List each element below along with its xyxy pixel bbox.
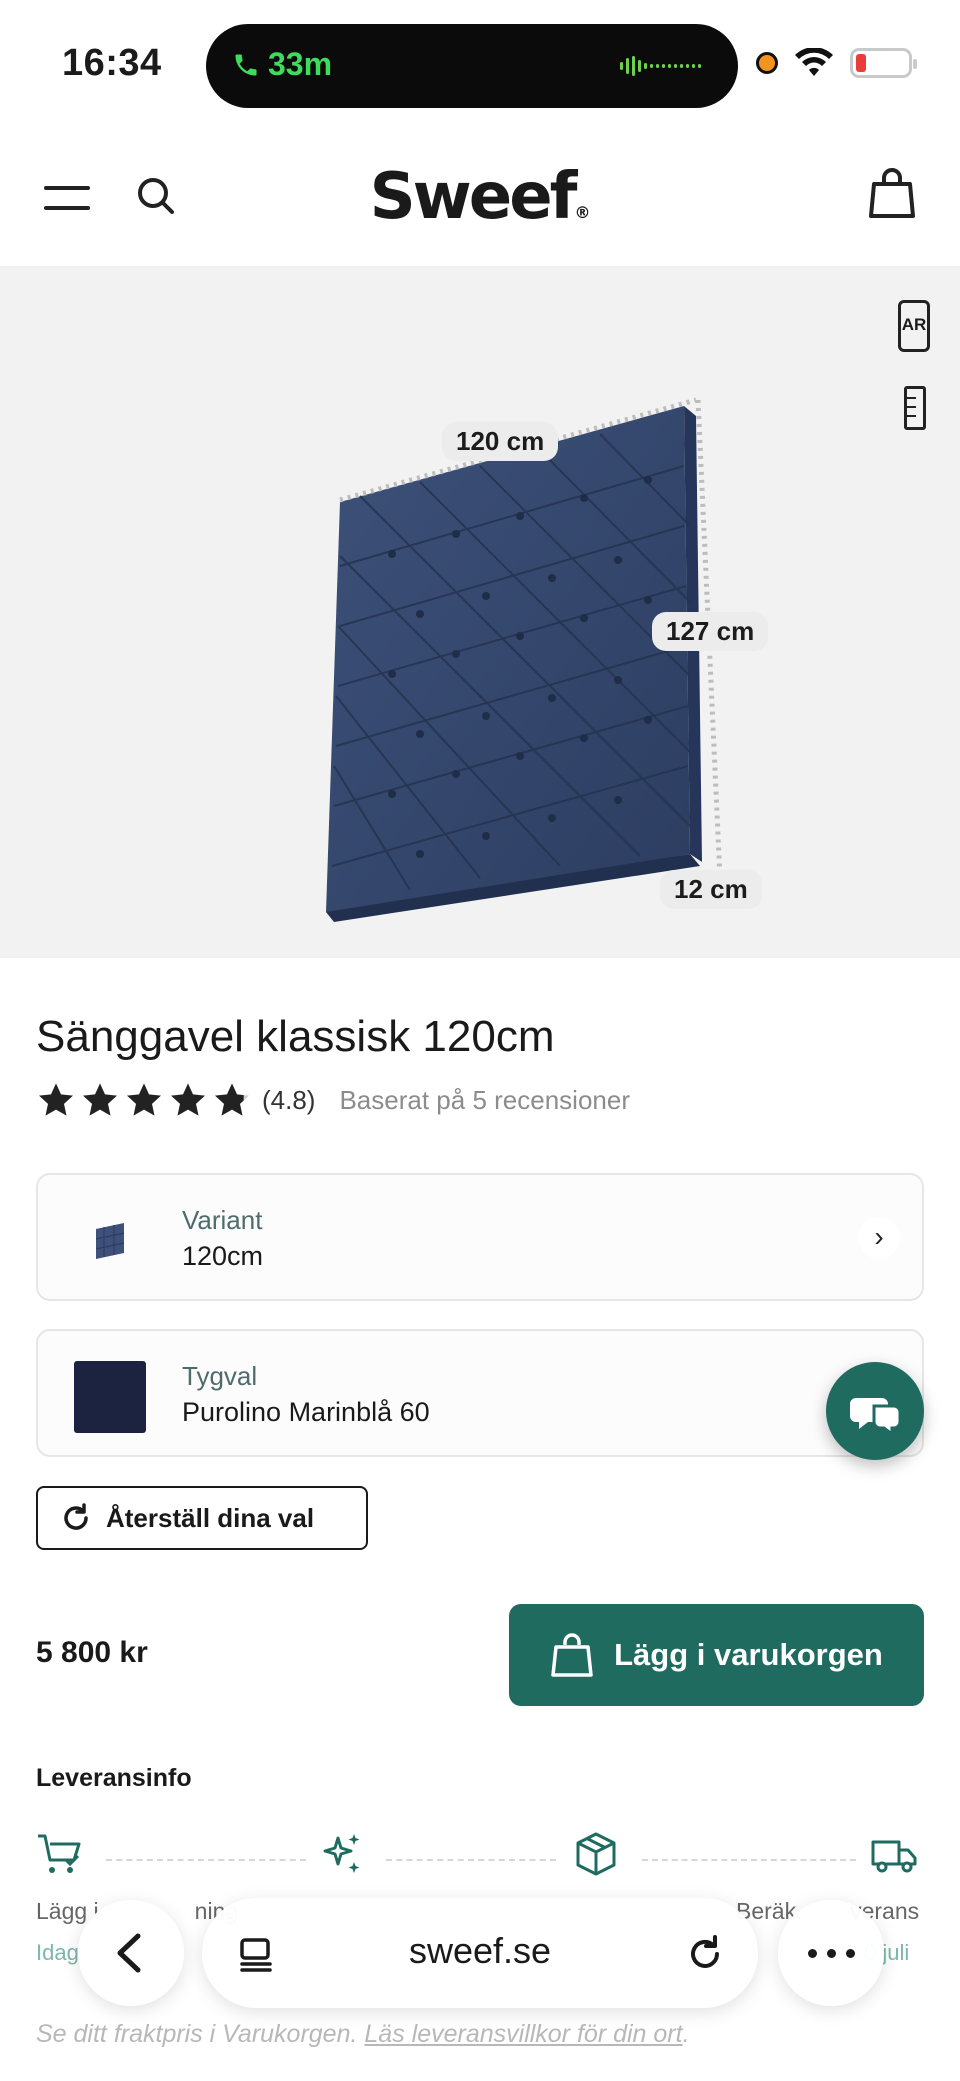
width-dimension-label: 120 cm (442, 422, 559, 461)
reset-selections-button[interactable]: Återställ dina val (36, 1486, 368, 1550)
shopping-bag-icon (551, 1633, 593, 1677)
variant-label: Variant (182, 1205, 263, 1235)
star-partial-icon (215, 1083, 249, 1116)
fabric-selector[interactable]: Tygval Purolino Marinblå 60 (36, 1329, 924, 1457)
call-duration: 33m (268, 46, 333, 82)
status-indicators (756, 48, 917, 78)
delivery-terms-link[interactable]: Läs leveransvillkor för din ort (364, 2020, 682, 2048)
shopping-bag-icon[interactable] (868, 166, 916, 220)
package-icon (576, 1832, 616, 1876)
delivery-timeline (36, 1830, 924, 1890)
delivery-info-title: Leveransinfo (36, 1764, 192, 1792)
sparkle-icon (323, 1834, 360, 1873)
shipping-note: Se ditt fraktpris i Varukorgen. Läs leve… (36, 2020, 690, 2048)
dynamic-island[interactable]: 33m (206, 24, 738, 108)
delivery-step-1-date: Idag (36, 1940, 79, 1965)
browser-back-button[interactable] (78, 1900, 184, 2006)
product-image-gallery[interactable]: AR 120 cm 127 cm 12 cm (0, 266, 960, 958)
ruler-icon[interactable] (904, 386, 926, 430)
star-icon (127, 1083, 161, 1116)
battery-icon (850, 48, 917, 78)
rating-score: (4.8) (262, 1084, 316, 1115)
star-icon (171, 1083, 205, 1116)
chevron-right-icon[interactable]: › (858, 1217, 900, 1259)
wifi-icon (795, 48, 833, 76)
dots-icon (808, 1949, 817, 1958)
mic-in-use-icon (756, 52, 778, 74)
url-text[interactable]: sweef.se (202, 1930, 758, 1972)
fabric-label: Tygval (182, 1361, 258, 1391)
variant-thumbnail (95, 1223, 125, 1259)
fabric-swatch (74, 1361, 146, 1433)
address-bar[interactable]: sweef.se (202, 1898, 758, 2008)
fabric-value: Purolino Marinblå 60 (182, 1397, 430, 1427)
status-time: 16:34 (62, 42, 162, 84)
add-to-cart-button[interactable]: Lägg i varukorgen (509, 1604, 924, 1706)
variant-value: 120cm (182, 1241, 264, 1271)
cart-check-icon (38, 1834, 81, 1873)
reset-icon (64, 1503, 88, 1530)
delivery-truck-icon (871, 1840, 917, 1873)
star-icon (83, 1083, 117, 1116)
chevron-left-icon (117, 1933, 141, 1973)
audio-wave-icon (620, 56, 701, 76)
chat-icon (850, 1398, 902, 1437)
star-icon (39, 1083, 73, 1116)
reload-icon[interactable] (684, 1932, 726, 1974)
site-logo[interactable]: Sweef® (0, 160, 960, 234)
call-indicator[interactable]: 33m (232, 46, 332, 83)
depth-dimension-label: 12 cm (660, 870, 762, 909)
reviews-count[interactable]: Baserat på 5 recensioner (339, 1085, 630, 1116)
status-bar: 16:34 33m (0, 0, 960, 130)
add-to-cart-label: Lägg i varukorgen (614, 1637, 883, 1672)
variant-selector[interactable]: Variant 120cm › (36, 1173, 924, 1301)
phone-icon (235, 54, 257, 75)
product-title: Sänggavel klassisk 120cm (36, 1012, 555, 1061)
product-rating[interactable]: (4.8) Baserat på 5 recensioner (36, 1080, 630, 1120)
chat-button[interactable] (826, 1362, 924, 1460)
more-options-button[interactable] (778, 1900, 884, 2006)
headboard-image (326, 397, 723, 922)
site-header: Sweef® (0, 130, 960, 266)
height-dimension-label: 127 cm (652, 612, 769, 651)
ar-view-button[interactable]: AR (898, 300, 930, 352)
product-price: 5 800 kr (36, 1636, 148, 1669)
reset-label: Återställ dina val (106, 1502, 315, 1533)
rating-stars (36, 1080, 252, 1120)
